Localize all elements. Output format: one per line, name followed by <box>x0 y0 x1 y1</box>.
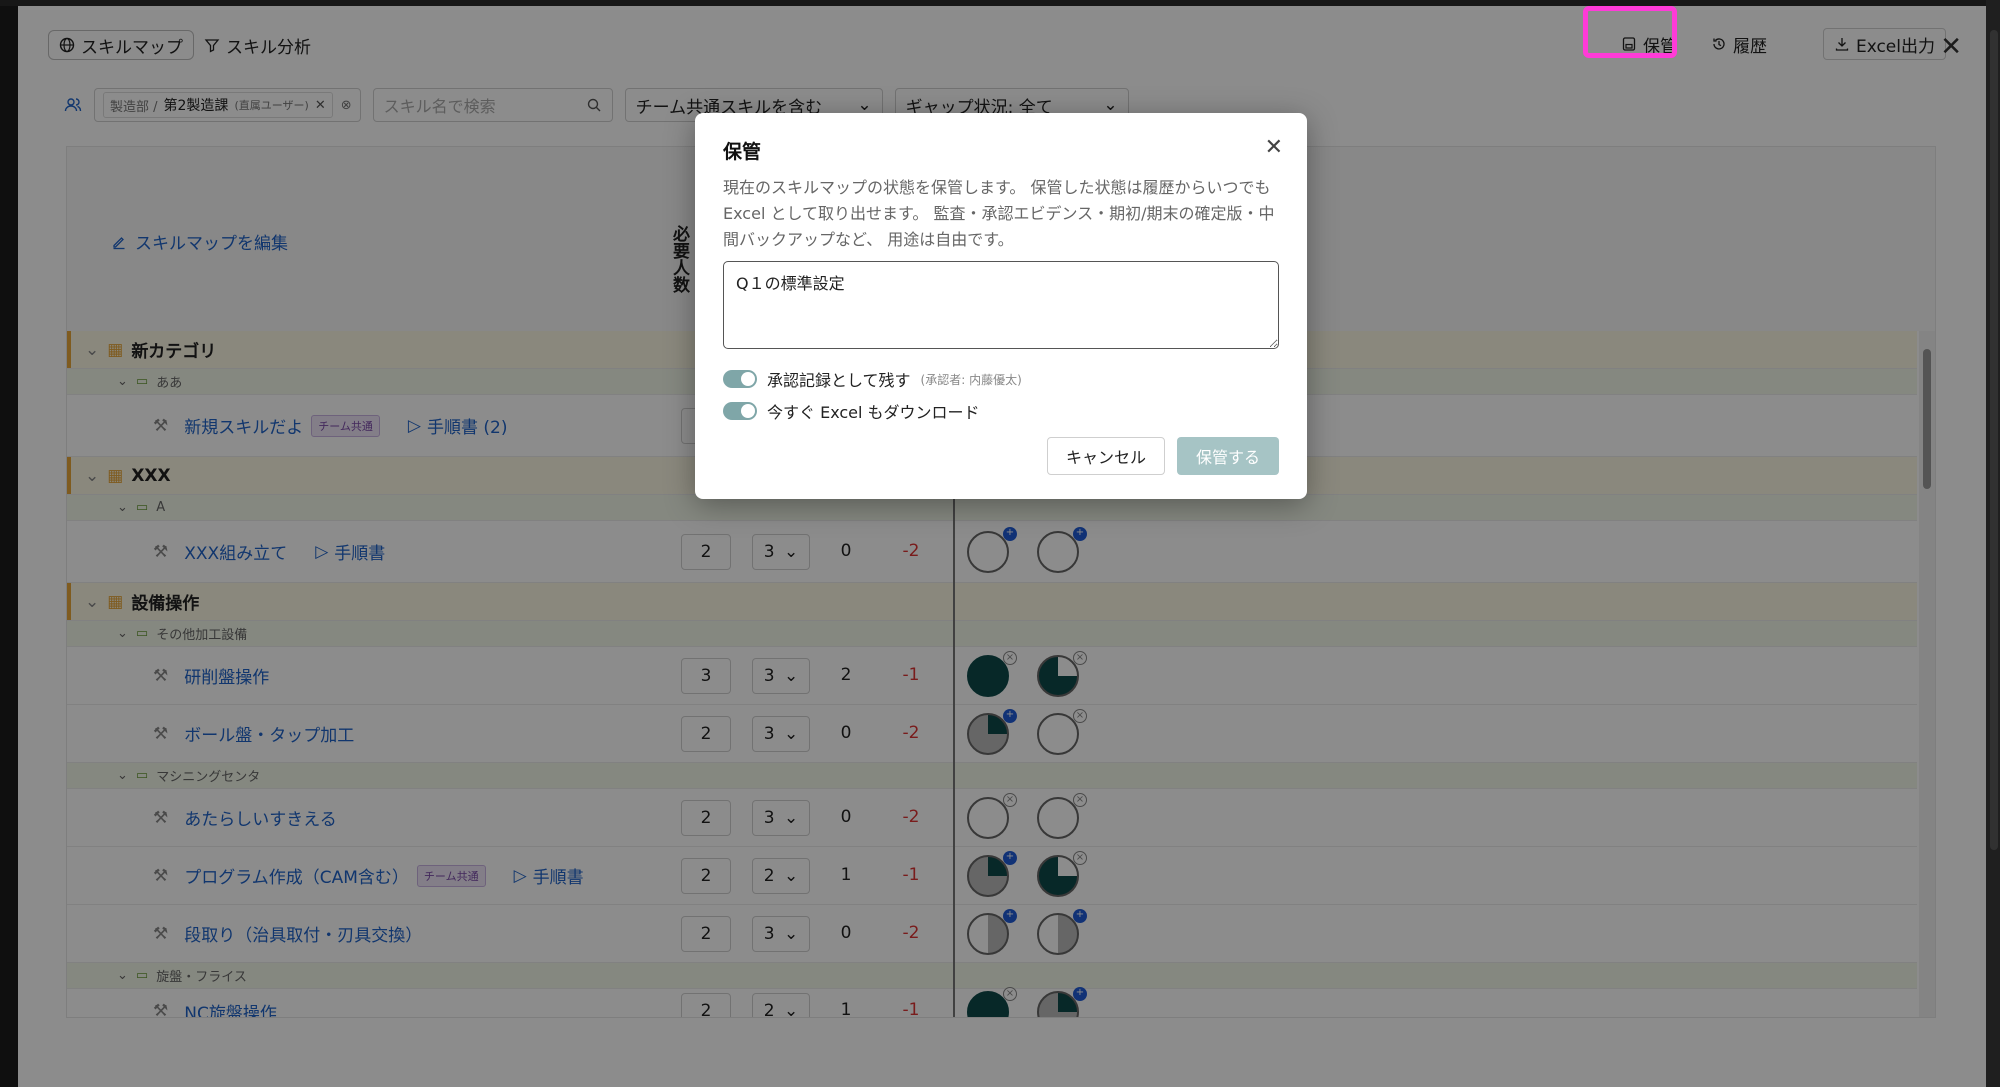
excel-download-toggle[interactable] <box>723 402 757 420</box>
save-button-highlight <box>1583 6 1677 58</box>
cancel-button[interactable]: キャンセル <box>1047 437 1165 475</box>
confirm-save-button[interactable]: 保管する <box>1177 437 1279 475</box>
approval-toggle[interactable] <box>723 370 757 388</box>
approver-note: (承認者: 内藤優太) <box>920 372 1022 387</box>
dialog-title: 保管 <box>723 141 762 163</box>
snapshot-name-input[interactable]: Q１の標準設定 <box>723 261 1279 349</box>
close-icon[interactable]: ✕ <box>1265 135 1283 160</box>
approval-toggle-row: 承認記録として残す (承認者: 内藤優太) <box>723 367 1022 391</box>
dialog-description: 現在のスキルマップの状態を保管します。 保管した状態は履歴からいつでも Exce… <box>723 178 1275 249</box>
save-dialog: 保管 ✕ 現在のスキルマップの状態を保管します。 保管した状態は履歴からいつでも… <box>695 113 1307 499</box>
approval-toggle-label: 承認記録として残す <box>767 371 911 390</box>
excel-toggle-row: 今すぐ Excel もダウンロード <box>723 399 980 423</box>
excel-download-label: 今すぐ Excel もダウンロード <box>767 403 980 422</box>
